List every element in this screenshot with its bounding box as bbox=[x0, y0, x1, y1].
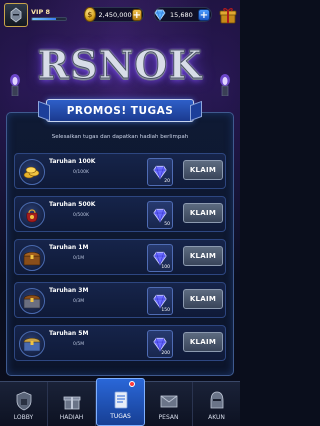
claim-button[interactable]: KLAIM bbox=[183, 203, 223, 223]
diamond-icon bbox=[153, 337, 167, 352]
add-gems-button[interactable]: + bbox=[198, 8, 210, 21]
reward-count: 200 bbox=[161, 351, 170, 356]
claim-button[interactable]: KLAIM bbox=[183, 289, 223, 309]
coin-value: 2,450,000 bbox=[98, 10, 132, 19]
coin-balance: $ 2,450,000 + bbox=[84, 7, 144, 22]
nav-tugas[interactable]: TUGAS bbox=[96, 378, 145, 426]
task-row: Taruhan 100K 0/100K 20 KLAIM bbox=[14, 153, 226, 189]
notification-dot bbox=[129, 381, 135, 387]
reward-count: 100 bbox=[161, 265, 170, 270]
diamond-icon bbox=[153, 208, 167, 223]
nav-akun[interactable]: AKUN bbox=[193, 382, 240, 426]
vip-label: VIP 8 bbox=[31, 7, 50, 16]
task-title: Taruhan 500K bbox=[49, 201, 96, 208]
gold-coins-icon bbox=[19, 159, 45, 185]
add-coins-button[interactable]: + bbox=[131, 8, 142, 21]
task-scroll-icon bbox=[110, 389, 132, 411]
diamond-icon bbox=[153, 294, 167, 309]
gift-box-icon bbox=[219, 7, 236, 23]
diamond-icon bbox=[153, 165, 167, 180]
treasure-chest-icon bbox=[19, 288, 45, 314]
envelope-icon bbox=[158, 390, 180, 412]
nav-label: AKUN bbox=[208, 414, 225, 421]
task-title: Taruhan 1M bbox=[49, 244, 89, 251]
reward-count: 20 bbox=[164, 179, 170, 184]
reward-box: 50 bbox=[147, 201, 173, 229]
nav-lobby[interactable]: LOBBY bbox=[0, 382, 48, 426]
task-title: Taruhan 5M bbox=[49, 330, 89, 337]
knight-helmet-icon bbox=[206, 390, 228, 412]
gold-coin-icon: $ bbox=[84, 7, 96, 22]
knight-helmet-icon bbox=[10, 7, 22, 23]
reward-count: 150 bbox=[161, 308, 170, 313]
diamond-icon bbox=[153, 251, 167, 266]
game-logo: RSNOK bbox=[0, 42, 240, 100]
nav-pesan[interactable]: PESAN bbox=[145, 382, 193, 426]
treasure-chest-icon bbox=[19, 245, 45, 271]
avatar[interactable] bbox=[4, 3, 28, 27]
task-progress: 0/5M bbox=[73, 342, 85, 347]
claim-button[interactable]: KLAIM bbox=[183, 160, 223, 180]
vip-progress-bar bbox=[31, 17, 67, 22]
task-progress: 0/3M bbox=[73, 299, 85, 304]
reward-box: 100 bbox=[147, 244, 173, 272]
task-row: Taruhan 1M 0/1M 100 KLAIM bbox=[14, 239, 226, 275]
gift-box-button[interactable] bbox=[218, 5, 237, 24]
gift-box-icon bbox=[61, 390, 83, 412]
task-row: Taruhan 3M 0/3M 150 KLAIM bbox=[14, 282, 226, 318]
task-title: Taruhan 3M bbox=[49, 287, 89, 294]
gem-balance: 15,680 + bbox=[154, 7, 212, 22]
task-title: Taruhan 100K bbox=[49, 158, 96, 165]
gift-bag-icon bbox=[19, 202, 45, 228]
diamond-icon bbox=[152, 7, 167, 22]
nav-label: LOBBY bbox=[13, 414, 34, 421]
claim-button[interactable]: KLAIM bbox=[183, 246, 223, 266]
reward-box: 20 bbox=[147, 158, 173, 186]
castle-shield-icon bbox=[13, 390, 35, 412]
reward-count: 50 bbox=[164, 222, 170, 227]
nav-label: TUGAS bbox=[110, 413, 131, 420]
gem-value: 15,680 bbox=[170, 10, 193, 19]
treasure-chest-icon bbox=[19, 331, 45, 357]
task-progress: 0/100K bbox=[73, 170, 89, 175]
vip-progress-fill bbox=[32, 18, 56, 21]
task-row: Taruhan 5M 0/5M 200 KLAIM bbox=[14, 325, 226, 361]
claim-button[interactable]: KLAIM bbox=[183, 332, 223, 352]
task-progress: 0/500K bbox=[73, 213, 89, 218]
reward-box: 150 bbox=[147, 287, 173, 315]
nav-hadiah[interactable]: HADIAH bbox=[48, 382, 96, 426]
banner-title: PROMOS! TUGAS bbox=[66, 104, 174, 117]
bottom-nav: LOBBY HADIAH TUGAS PESAN AKUN bbox=[0, 378, 240, 426]
reward-box: 200 bbox=[147, 330, 173, 358]
task-progress: 0/1M bbox=[73, 256, 85, 261]
task-row: Taruhan 500K 0/500K 50 KLAIM bbox=[14, 196, 226, 232]
vip-status: VIP 8 bbox=[31, 9, 67, 22]
nav-label: HADIAH bbox=[59, 414, 84, 421]
panel-subtitle: Selesaikan tugas dan dapatkan hadiah ber… bbox=[51, 134, 189, 140]
nav-label: PESAN bbox=[158, 414, 179, 421]
logo-text: RSNOK bbox=[37, 42, 203, 88]
promo-banner: PROMOS! TUGAS bbox=[46, 99, 194, 122]
